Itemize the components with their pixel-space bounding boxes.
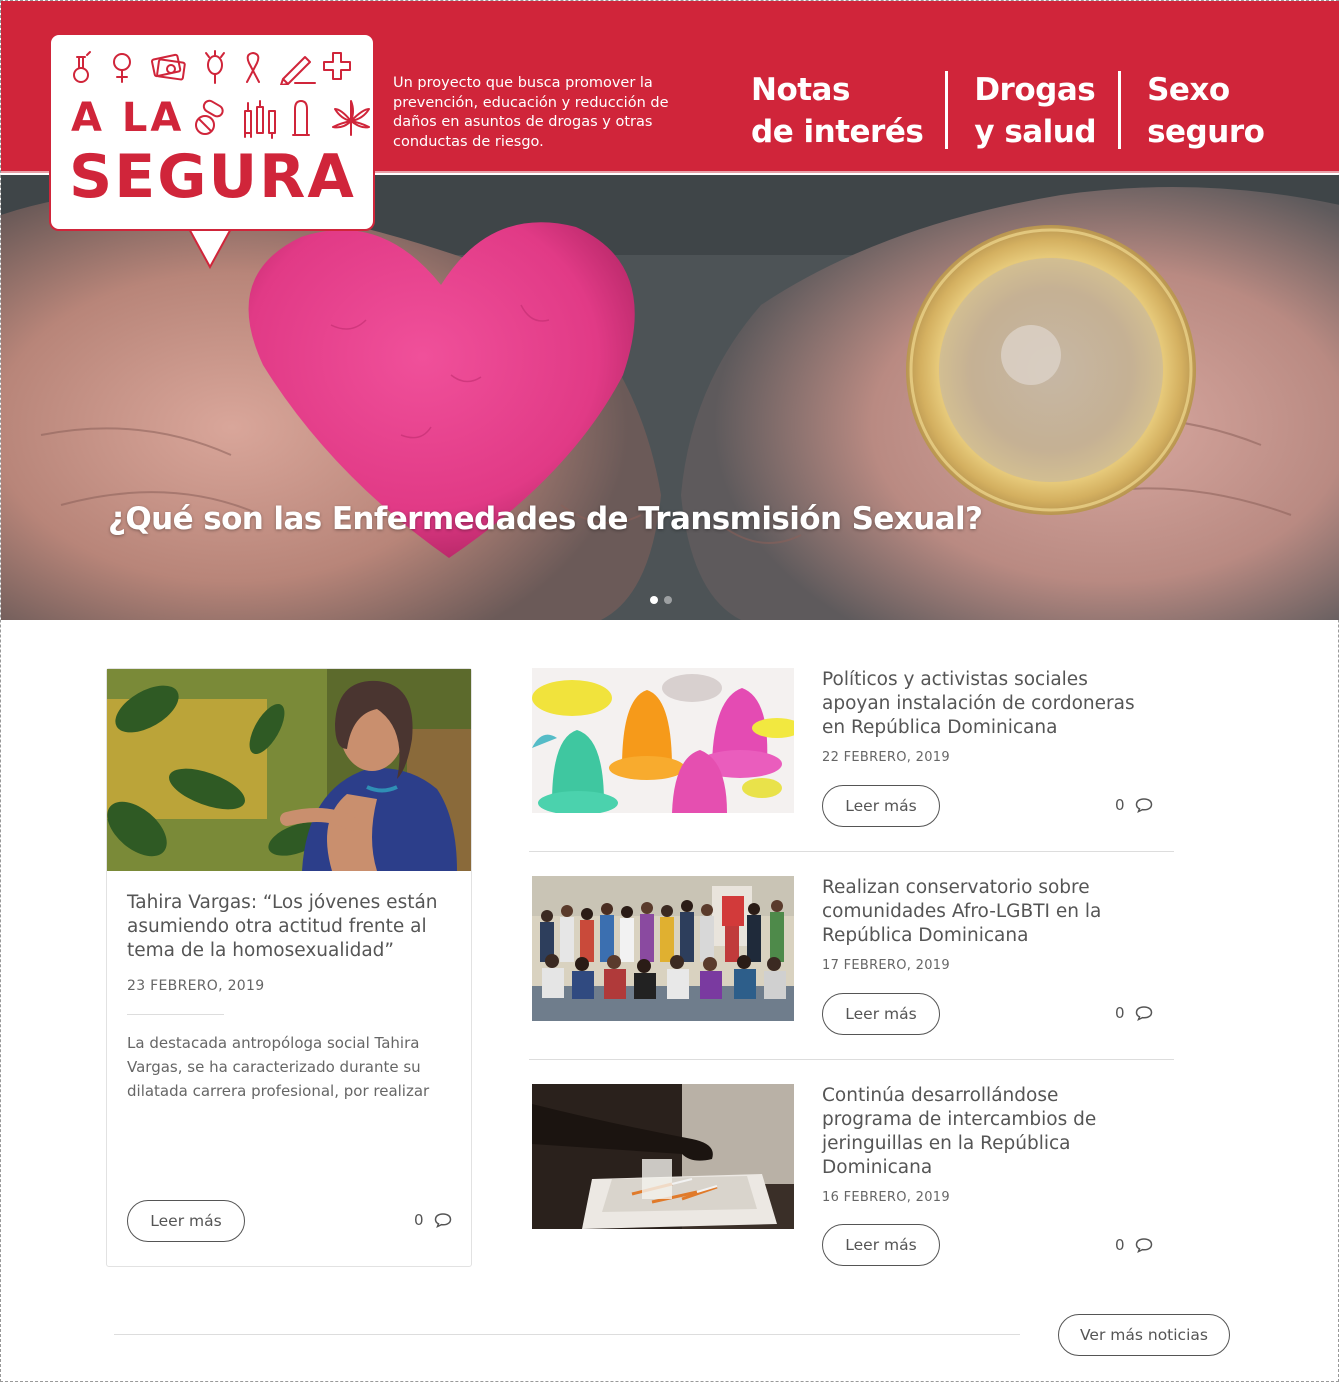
comment-count: 0 bbox=[1115, 796, 1125, 814]
article-title[interactable]: Continúa desarrollándose programa de int… bbox=[822, 1084, 1152, 1180]
logo-text-segura: SEGURA bbox=[69, 142, 356, 212]
logo-text-a-la: A LA bbox=[71, 95, 185, 141]
comment-icon bbox=[1135, 1238, 1152, 1253]
slider-dot-1[interactable] bbox=[650, 596, 658, 604]
comments-link[interactable]: 0 bbox=[1115, 1236, 1153, 1254]
nav-divider bbox=[1118, 71, 1122, 149]
flask-icon bbox=[73, 51, 91, 83]
cannabis-icon bbox=[332, 100, 370, 136]
slider-dot-2[interactable] bbox=[664, 596, 672, 604]
poppy-icon bbox=[205, 50, 225, 84]
article-list-item: Continúa desarrollándose programa de int… bbox=[532, 1084, 1174, 1284]
divider bbox=[529, 1059, 1174, 1060]
condom-icon bbox=[292, 100, 310, 136]
logo-icon-row bbox=[73, 50, 351, 85]
female-icon bbox=[113, 53, 131, 83]
nav-divider bbox=[945, 71, 949, 149]
featured-article-image[interactable] bbox=[107, 669, 471, 871]
comments-link[interactable]: 0 bbox=[414, 1211, 452, 1229]
pencil-icon bbox=[280, 56, 316, 85]
featured-article-card: Tahira Vargas: “Los jóvenes están asumie… bbox=[106, 668, 472, 1267]
nav-sexo-seguro[interactable]: Sexo seguro bbox=[1147, 69, 1265, 153]
article-image[interactable] bbox=[532, 876, 794, 1021]
more-news-button[interactable]: Ver más noticias bbox=[1058, 1314, 1230, 1356]
page: Un proyecto que busca promover la preven… bbox=[0, 0, 1339, 1382]
read-more-button[interactable]: Leer más bbox=[127, 1200, 245, 1242]
read-more-button[interactable]: Leer más bbox=[822, 785, 940, 827]
nav-drogas-y-salud[interactable]: Drogas y salud bbox=[974, 69, 1096, 153]
medical-cross-icon bbox=[323, 52, 351, 80]
comment-count: 0 bbox=[1115, 1004, 1125, 1022]
featured-article-excerpt: La destacada antropóloga social Tahira V… bbox=[127, 1034, 430, 1100]
read-more-button[interactable]: Leer más bbox=[822, 1224, 940, 1266]
article-list-item: Realizan conservatorio sobre comunidades… bbox=[529, 876, 1174, 1060]
site-logo[interactable]: A LA SEGURA bbox=[49, 33, 375, 231]
article-list-item: Políticos y activistas sociales apoyan i… bbox=[529, 668, 1174, 852]
site-tagline: Un proyecto que busca promover la preven… bbox=[393, 75, 669, 150]
comment-icon bbox=[1135, 798, 1152, 813]
featured-article-title[interactable]: Tahira Vargas: “Los jóvenes están asumie… bbox=[127, 891, 457, 963]
comment-icon bbox=[1135, 1006, 1152, 1021]
divider bbox=[529, 851, 1174, 852]
article-date: 22 FEBRERO, 2019 bbox=[822, 750, 950, 765]
main-nav: Notas de interés Drogas y salud Sexo seg… bbox=[751, 69, 1265, 150]
slider-dots bbox=[650, 596, 672, 604]
money-icon bbox=[150, 53, 186, 81]
nav-notas-de-interes[interactable]: Notas de interés bbox=[751, 69, 924, 153]
divider bbox=[114, 1334, 1020, 1335]
article-title[interactable]: Políticos y activistas sociales apoyan i… bbox=[822, 668, 1152, 740]
read-more-button[interactable]: Leer más bbox=[822, 993, 940, 1035]
syringe-icon bbox=[244, 100, 276, 139]
divider bbox=[127, 1014, 224, 1015]
article-date: 17 FEBRERO, 2019 bbox=[822, 958, 950, 973]
article-date: 16 FEBRERO, 2019 bbox=[822, 1190, 950, 1205]
comments-link[interactable]: 0 bbox=[1115, 796, 1153, 814]
comment-count: 0 bbox=[414, 1211, 424, 1229]
comment-count: 0 bbox=[1115, 1236, 1125, 1254]
logo-icon-row-2 bbox=[195, 99, 370, 139]
article-title[interactable]: Realizan conservatorio sobre comunidades… bbox=[822, 876, 1152, 948]
pills-icon bbox=[195, 99, 224, 135]
featured-article-date: 23 FEBRERO, 2019 bbox=[127, 978, 265, 994]
hero-title[interactable]: ¿Qué son las Enfermedades de Transmisión… bbox=[108, 501, 983, 537]
article-image[interactable] bbox=[532, 1084, 794, 1229]
ribbon-icon bbox=[246, 52, 260, 83]
comment-icon bbox=[434, 1213, 451, 1228]
comments-link[interactable]: 0 bbox=[1115, 1004, 1153, 1022]
article-image[interactable] bbox=[532, 668, 794, 813]
